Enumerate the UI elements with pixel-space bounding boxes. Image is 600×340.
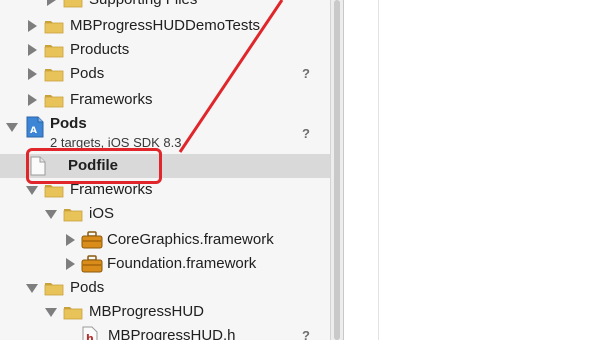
arrow-line bbox=[178, 0, 284, 153]
annotation-arrow bbox=[178, 0, 284, 153]
